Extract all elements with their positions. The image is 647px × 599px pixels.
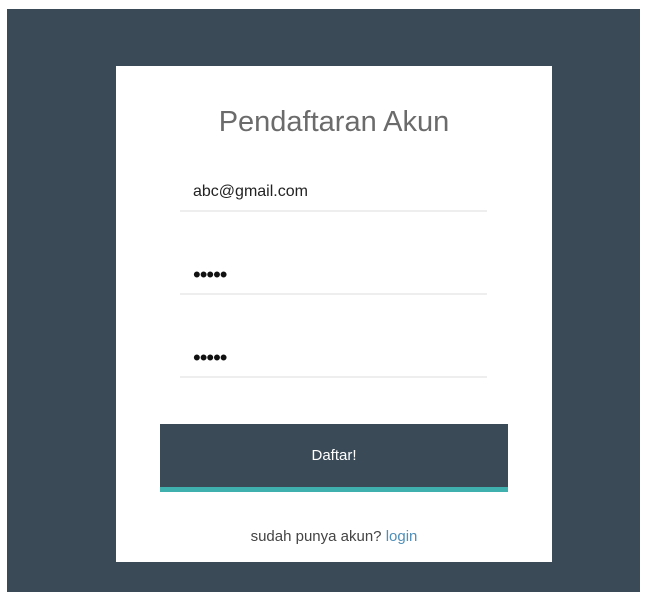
email-field[interactable] [180,174,487,212]
register-card: Pendaftaran Akun Daftar! sudah punya aku… [116,66,552,562]
page-background: Pendaftaran Akun Daftar! sudah punya aku… [7,9,640,592]
login-link[interactable]: login [386,528,418,545]
register-button[interactable]: Daftar! [160,424,508,492]
password-field[interactable] [180,257,487,295]
login-prompt-text: sudah punya akun? [250,528,382,545]
form-title: Pendaftaran Akun [218,106,450,138]
confirm-password-field[interactable] [180,340,487,378]
login-prompt: sudah punya akun? login [116,528,552,545]
